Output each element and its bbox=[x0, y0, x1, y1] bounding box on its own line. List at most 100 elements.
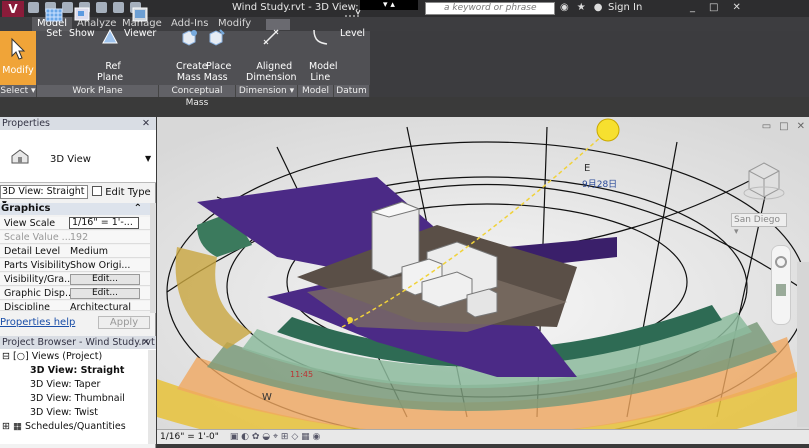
browser-scrollbar[interactable] bbox=[148, 350, 156, 444]
ref-plane-label: Ref Plane bbox=[97, 61, 124, 83]
sun-icon[interactable] bbox=[596, 118, 620, 142]
panel-select[interactable]: Select ▾ bbox=[0, 85, 37, 97]
edit-type-icon bbox=[92, 186, 102, 196]
viewcube-icon[interactable] bbox=[741, 157, 787, 205]
view-scale-control[interactable]: 1/16" = 1'-0" bbox=[160, 432, 219, 442]
3d-viewport[interactable]: E 9月28日 W 11:45 ▭ □ ✕ San Diego ▾ bbox=[157, 117, 809, 429]
search-input[interactable]: a keyword or phrase bbox=[425, 2, 555, 15]
maximize-view-icon[interactable]: □ bbox=[779, 121, 788, 132]
panel-dimension[interactable]: Dimension ▾ bbox=[236, 85, 298, 97]
3d-view-icon bbox=[11, 149, 29, 164]
graphics-section[interactable]: Graphics ⌃ bbox=[0, 203, 150, 215]
graphic-display-edit-button[interactable]: Edit... bbox=[70, 288, 140, 299]
view-filter-select[interactable]: 3D View: Straight ▾ bbox=[0, 185, 88, 209]
prop-key: Discipline bbox=[4, 302, 50, 311]
prop-row-detail-level: Detail Level Medium bbox=[0, 245, 150, 258]
tree-item-taper[interactable]: 3D View: Taper bbox=[30, 378, 100, 392]
minimize-icon[interactable]: _ bbox=[690, 2, 695, 13]
edit-type-label: Edit Type bbox=[105, 187, 151, 198]
close-browser-icon[interactable]: ✕ bbox=[142, 336, 150, 349]
detail-level-value[interactable]: Medium bbox=[70, 245, 108, 258]
app-logo[interactable]: V bbox=[2, 1, 24, 18]
maximize-icon[interactable]: □ bbox=[709, 2, 718, 13]
view-scale-input[interactable]: 1/16" = 1'-... bbox=[69, 217, 139, 229]
close-properties-icon[interactable]: ✕ bbox=[142, 117, 150, 130]
type-selector[interactable]: 3D View ▼ bbox=[0, 130, 156, 183]
level-icon bbox=[344, 9, 361, 17]
open-icon[interactable] bbox=[28, 2, 39, 13]
aligned-dimension-icon bbox=[263, 29, 279, 45]
zoom-icon[interactable] bbox=[776, 284, 786, 296]
panel-select-label: Select bbox=[0, 86, 29, 96]
user-icon[interactable]: ● bbox=[594, 2, 603, 13]
cursor-icon bbox=[11, 37, 26, 60]
ref-plane-icon bbox=[102, 28, 118, 44]
collapse-toggle-icon[interactable]: ⊟ bbox=[2, 351, 10, 362]
visibility-edit-button[interactable]: Edit... bbox=[70, 274, 140, 285]
restore-icon[interactable]: ▭ bbox=[762, 121, 771, 132]
sun-date-label[interactable]: 9月28日 bbox=[582, 177, 617, 190]
tree-node-views[interactable]: ⊟ [○] Views (Project) bbox=[2, 350, 102, 364]
steering-wheel-icon[interactable] bbox=[775, 256, 787, 268]
project-browser-header: Project Browser - Wind Study.rvt ✕ bbox=[0, 336, 156, 349]
aligned-dimension-button[interactable]: Aligned Dimension bbox=[246, 5, 297, 83]
edit-type-button[interactable]: Edit Type bbox=[92, 186, 151, 198]
schedules-label: Schedules/Quantities bbox=[25, 421, 126, 432]
set-button[interactable]: Set bbox=[44, 5, 64, 39]
sign-in-link[interactable]: Sign In bbox=[608, 2, 642, 13]
viewer-button[interactable]: Viewer bbox=[124, 5, 156, 39]
tree-item-thumbnail[interactable]: 3D View: Thumbnail bbox=[30, 392, 125, 406]
panel-conceptual-mass: Conceptual Mass bbox=[159, 85, 236, 108]
viewer-label: Viewer bbox=[124, 28, 157, 39]
prop-row-view-scale: View Scale 1/16" = 1'-... bbox=[0, 217, 150, 230]
view-control-bar: 1/16" = 1'-0" ▣ ◐ ✿ ◒ ⌖ ⊞ ◇ ▦ ◉ bbox=[157, 429, 809, 444]
location-label[interactable]: San Diego ▾ bbox=[731, 213, 787, 237]
collapse-icon[interactable]: ⌃ bbox=[134, 203, 142, 215]
modify-button[interactable]: Modify bbox=[0, 31, 36, 85]
tree-item-twist[interactable]: 3D View: Twist bbox=[30, 406, 98, 420]
tree-item-straight[interactable]: 3D View: Straight bbox=[30, 364, 124, 378]
prop-row-discipline: Discipline Architectural bbox=[0, 301, 150, 311]
prop-key: Graphic Disp... bbox=[4, 288, 75, 299]
close-view-icon[interactable]: ✕ bbox=[797, 121, 805, 132]
prop-key: Parts Visibility bbox=[4, 260, 71, 271]
properties-help-link[interactable]: Properties help bbox=[0, 317, 75, 328]
parts-visibility-value[interactable]: Show Origi... bbox=[70, 259, 130, 272]
wind-study-render bbox=[157, 117, 809, 429]
properties-scrollbar[interactable] bbox=[150, 203, 156, 313]
apply-button[interactable]: Apply bbox=[98, 316, 150, 329]
place-mass-icon bbox=[209, 29, 225, 46]
panel-datum: Datum bbox=[334, 85, 370, 97]
model-line-button[interactable]: Model Line bbox=[303, 5, 338, 83]
ref-plane-button[interactable]: Ref Plane bbox=[97, 5, 123, 83]
panel-work-plane: Work Plane bbox=[37, 85, 159, 97]
show-button[interactable]: Show bbox=[69, 5, 95, 39]
sun-time-label: 11:45 bbox=[290, 370, 314, 379]
prop-row-graphic-display: Graphic Disp... Edit... bbox=[0, 287, 150, 300]
view-controls-icons[interactable]: ▣ ◐ ✿ ◒ ⌖ ⊞ ◇ ▦ ◉ bbox=[230, 432, 321, 442]
navigation-bar[interactable] bbox=[771, 245, 791, 325]
type-dropdown-icon[interactable]: ▼ bbox=[145, 154, 151, 163]
type-name: 3D View bbox=[50, 154, 91, 165]
panel-model: Model bbox=[298, 85, 334, 97]
place-mass-button[interactable]: Place Mass bbox=[200, 5, 231, 83]
binoculars-icon[interactable]: ◉ bbox=[560, 2, 569, 13]
expand-toggle-icon[interactable]: ⊞ bbox=[2, 421, 10, 432]
tree-node-schedules[interactable]: ⊞ ▦ Schedules/Quantities bbox=[2, 420, 126, 434]
prop-row-parts-visibility: Parts Visibility Show Origi... bbox=[0, 259, 150, 272]
star-icon[interactable]: ★ bbox=[577, 2, 586, 13]
prop-key: Detail Level bbox=[4, 246, 61, 257]
discipline-value[interactable]: Architectural bbox=[70, 301, 131, 310]
viewport-scrollbar[interactable] bbox=[797, 262, 809, 427]
set-label: Set bbox=[46, 28, 62, 39]
level-button[interactable]: Level bbox=[340, 5, 365, 39]
level-label: Level bbox=[340, 28, 366, 39]
views-icon: [○] bbox=[13, 351, 29, 362]
model-line-label: Model Line bbox=[309, 61, 338, 83]
viewport-window-controls: ▭ □ ✕ bbox=[762, 121, 805, 132]
close-icon[interactable]: ✕ bbox=[732, 2, 740, 13]
prop-value: 192 bbox=[70, 232, 89, 243]
properties-header: Properties ✕ bbox=[0, 117, 156, 130]
show-icon bbox=[74, 7, 90, 21]
view-filter-value: 3D View: Straight bbox=[2, 186, 85, 197]
